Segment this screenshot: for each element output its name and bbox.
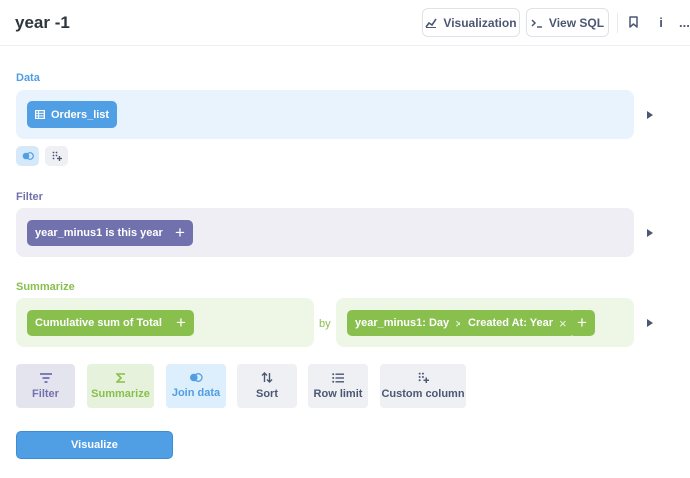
more-icon[interactable]: ... bbox=[679, 14, 690, 30]
sigma-icon bbox=[115, 372, 125, 383]
custom-column-action-label: Custom column bbox=[381, 388, 465, 400]
filter-action-label: Filter bbox=[32, 387, 59, 400]
visualization-label: Visualization bbox=[443, 15, 517, 30]
summarize-breakouts-panel: year_minus1: Day × Created At: Year × + bbox=[336, 298, 634, 347]
view-sql-button[interactable]: View SQL bbox=[526, 8, 609, 37]
add-breakout-button[interactable]: + bbox=[569, 310, 595, 336]
sort-action-label: Sort bbox=[256, 388, 278, 400]
add-metric-button[interactable]: + bbox=[168, 310, 194, 336]
custom-column-action-button[interactable]: Custom column bbox=[380, 364, 466, 408]
summarize-section-label: Summarize bbox=[16, 281, 75, 293]
breakout-chip[interactable]: Created At: Year × bbox=[460, 310, 575, 336]
data-panel: Orders_list bbox=[16, 90, 634, 139]
filter-icon bbox=[39, 372, 52, 383]
add-filter-button[interactable]: + bbox=[167, 220, 193, 246]
metric-chip-label: Cumulative sum of Total bbox=[35, 317, 162, 329]
page-title: year -1 bbox=[15, 13, 70, 32]
chart-icon bbox=[425, 18, 438, 28]
filter-chip[interactable]: year_minus1 is this year × bbox=[27, 220, 185, 246]
terminal-icon bbox=[531, 18, 542, 28]
summarize-metrics-panel: Cumulative sum of Total × + bbox=[16, 298, 314, 347]
breakout-chip-label: Created At: Year bbox=[468, 317, 553, 329]
join-data-action-button[interactable]: Join data bbox=[166, 364, 226, 408]
custom-column-icon bbox=[418, 372, 429, 383]
breakout-chip-label: year_minus1: Day bbox=[355, 317, 450, 329]
filter-section-label: Filter bbox=[16, 191, 43, 203]
custom-column-icon bbox=[52, 151, 62, 161]
row-limit-action-button[interactable]: Row limit bbox=[308, 364, 368, 408]
bookmark-icon[interactable] bbox=[626, 14, 640, 30]
by-label: by bbox=[319, 318, 331, 330]
summarize-preview-arrow-icon[interactable] bbox=[647, 319, 653, 327]
filter-panel: year_minus1 is this year × + bbox=[16, 208, 634, 257]
row-limit-action-label: Row limit bbox=[313, 387, 363, 400]
visualize-button[interactable]: Visualize bbox=[16, 431, 173, 459]
join-data-action-label: Join data bbox=[171, 387, 221, 399]
view-sql-label: View SQL bbox=[548, 15, 605, 30]
visualization-button[interactable]: Visualization bbox=[422, 8, 520, 37]
breakout-chip[interactable]: year_minus1: Day × bbox=[347, 310, 471, 336]
summarize-action-label: Summarize bbox=[91, 387, 150, 400]
header-divider bbox=[617, 13, 618, 33]
remove-breakout-icon[interactable]: × bbox=[559, 316, 567, 331]
filter-preview-arrow-icon[interactable] bbox=[647, 229, 653, 237]
join-icon bbox=[190, 373, 203, 382]
data-source-chip[interactable]: Orders_list bbox=[27, 101, 118, 128]
sort-icon bbox=[261, 372, 273, 383]
filter-action-button[interactable]: Filter bbox=[16, 364, 75, 408]
list-icon bbox=[332, 372, 344, 383]
data-source-label: Orders_list bbox=[51, 108, 110, 121]
metric-chip[interactable]: Cumulative sum of Total × bbox=[27, 310, 184, 336]
join-toggle-button[interactable] bbox=[16, 146, 39, 166]
data-preview-arrow-icon[interactable] bbox=[647, 111, 653, 119]
join-icon bbox=[22, 152, 34, 160]
sort-action-button[interactable]: Sort bbox=[237, 364, 297, 408]
info-icon[interactable]: i bbox=[654, 14, 668, 30]
filter-chip-label: year_minus1 is this year bbox=[35, 227, 163, 239]
summarize-action-button[interactable]: Summarize bbox=[87, 364, 154, 408]
custom-column-toggle-button[interactable] bbox=[45, 146, 68, 166]
data-section-label: Data bbox=[16, 72, 40, 84]
query-header: year -1 Visualization View SQL i ... bbox=[0, 0, 690, 46]
table-icon bbox=[35, 110, 45, 119]
